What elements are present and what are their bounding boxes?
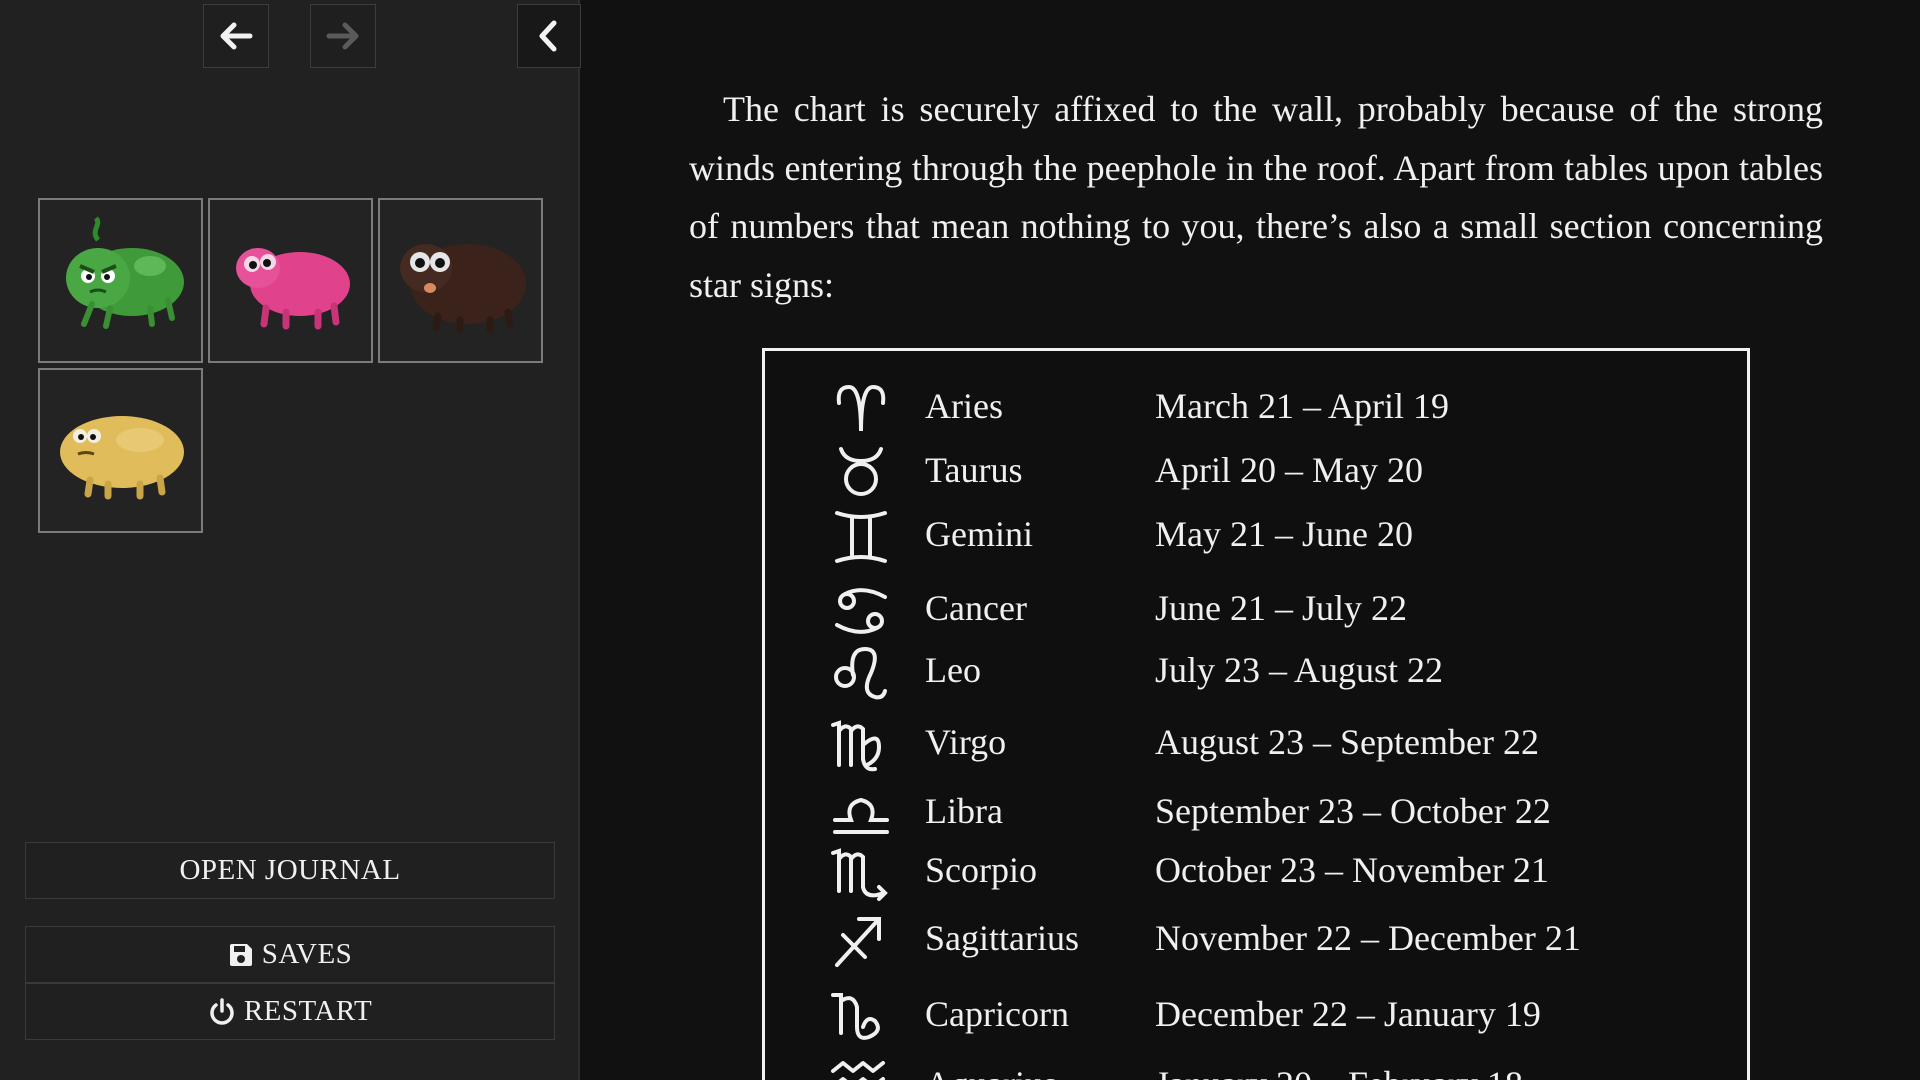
sign-name: Cancer <box>925 588 1027 628</box>
sign-dates: April 20 – May 20 <box>1155 450 1423 490</box>
sign-dates: March 21 – April 19 <box>1155 386 1449 426</box>
scorpio-icon <box>831 848 888 901</box>
sign-dates: January 20 – February 18 <box>1155 1063 1523 1080</box>
sign-name: Scorpio <box>925 850 1037 890</box>
saves-button[interactable]: SAVES <box>25 926 555 983</box>
restart-label: RESTART <box>243 995 373 1027</box>
zodiac-row-virgo: Virgo August 23 – September 22 <box>765 715 1745 775</box>
inventory-slot-yellow-creature[interactable] <box>38 368 203 533</box>
brown-creature-icon <box>400 244 526 334</box>
taurus-icon <box>839 447 883 496</box>
leo-icon <box>834 646 887 700</box>
zodiac-row-aquarius: Aquarius January 20 – February 18 <box>765 1057 1745 1080</box>
green-creature-icon <box>66 216 184 329</box>
libra-icon <box>833 797 889 834</box>
sign-dates: October 23 – November 21 <box>1155 850 1549 890</box>
story-pane: The chart is securely affixed to the wal… <box>580 0 1920 1080</box>
star-sign-chart: Aries March 21 – April 19 Taurus April 2… <box>762 348 1750 1080</box>
sign-dates: September 23 – October 22 <box>1155 791 1551 831</box>
sign-name: Taurus <box>925 450 1023 490</box>
zodiac-row-sagittarius: Sagittarius November 22 – December 21 <box>765 911 1745 971</box>
zodiac-row-leo: Leo July 23 – August 22 <box>765 643 1745 703</box>
inventory-slot-pink-creature[interactable] <box>208 198 373 363</box>
aquarius-icon <box>831 1061 885 1080</box>
arrow-right-icon <box>326 22 359 50</box>
back-button[interactable] <box>203 4 269 68</box>
sign-name: Libra <box>925 791 1003 831</box>
zodiac-row-cancer: Cancer June 21 – July 22 <box>765 581 1745 641</box>
sign-name: Virgo <box>925 722 1007 762</box>
pink-creature-icon <box>236 248 350 330</box>
zodiac-row-capricorn: Capricorn December 22 – January 19 <box>765 987 1745 1047</box>
power-icon <box>208 997 236 1026</box>
virgo-icon <box>831 720 882 772</box>
open-journal-label: OPEN JOURNAL <box>179 854 401 886</box>
restart-button[interactable]: RESTART <box>25 983 555 1040</box>
gemini-icon <box>835 511 887 563</box>
capricorn-icon <box>831 993 880 1040</box>
sign-dates: July 23 – August 22 <box>1155 650 1444 690</box>
zodiac-row-aries: Aries March 21 – April 19 <box>765 379 1745 439</box>
sign-name: Aquarius <box>925 1063 1057 1080</box>
sign-name: Gemini <box>925 514 1033 554</box>
sign-dates: August 23 – September 22 <box>1155 722 1539 762</box>
inventory-slot-green-creature[interactable] <box>38 198 203 363</box>
zodiac-row-libra: Libra September 23 – October 22 <box>765 784 1745 844</box>
sign-dates: December 22 – January 19 <box>1155 994 1541 1034</box>
sidebar: OPEN JOURNAL SAVES RESTART <box>0 0 581 1080</box>
passage-text: The chart is securely affixed to the wal… <box>689 89 1823 305</box>
inventory-slot-brown-creature[interactable] <box>378 198 543 363</box>
collapse-sidebar-button[interactable] <box>517 4 581 68</box>
sign-dates: June 21 – July 22 <box>1155 588 1407 628</box>
arrow-left-icon <box>220 22 253 50</box>
sign-name: Aries <box>925 386 1003 426</box>
inventory-grid <box>38 198 548 533</box>
sign-dates: May 21 – June 20 <box>1155 514 1413 554</box>
aries-icon <box>836 384 886 432</box>
sign-dates: November 22 – December 21 <box>1155 918 1581 958</box>
zodiac-row-scorpio: Scorpio October 23 – November 21 <box>765 843 1745 903</box>
floppy-disk-icon <box>228 942 254 968</box>
open-journal-button[interactable]: OPEN JOURNAL <box>25 842 555 899</box>
cancer-icon <box>835 588 887 634</box>
forward-button[interactable] <box>310 4 376 68</box>
zodiac-row-gemini: Gemini May 21 – June 20 <box>765 507 1745 567</box>
sign-name: Leo <box>925 650 981 690</box>
zodiac-row-taurus: Taurus April 20 – May 20 <box>765 443 1745 503</box>
saves-label: SAVES <box>261 938 353 970</box>
chevron-left-icon <box>539 20 557 52</box>
sign-name: Capricorn <box>925 994 1069 1034</box>
sign-name: Sagittarius <box>925 918 1079 958</box>
sagittarius-icon <box>835 917 881 967</box>
yellow-creature-icon <box>60 416 184 500</box>
